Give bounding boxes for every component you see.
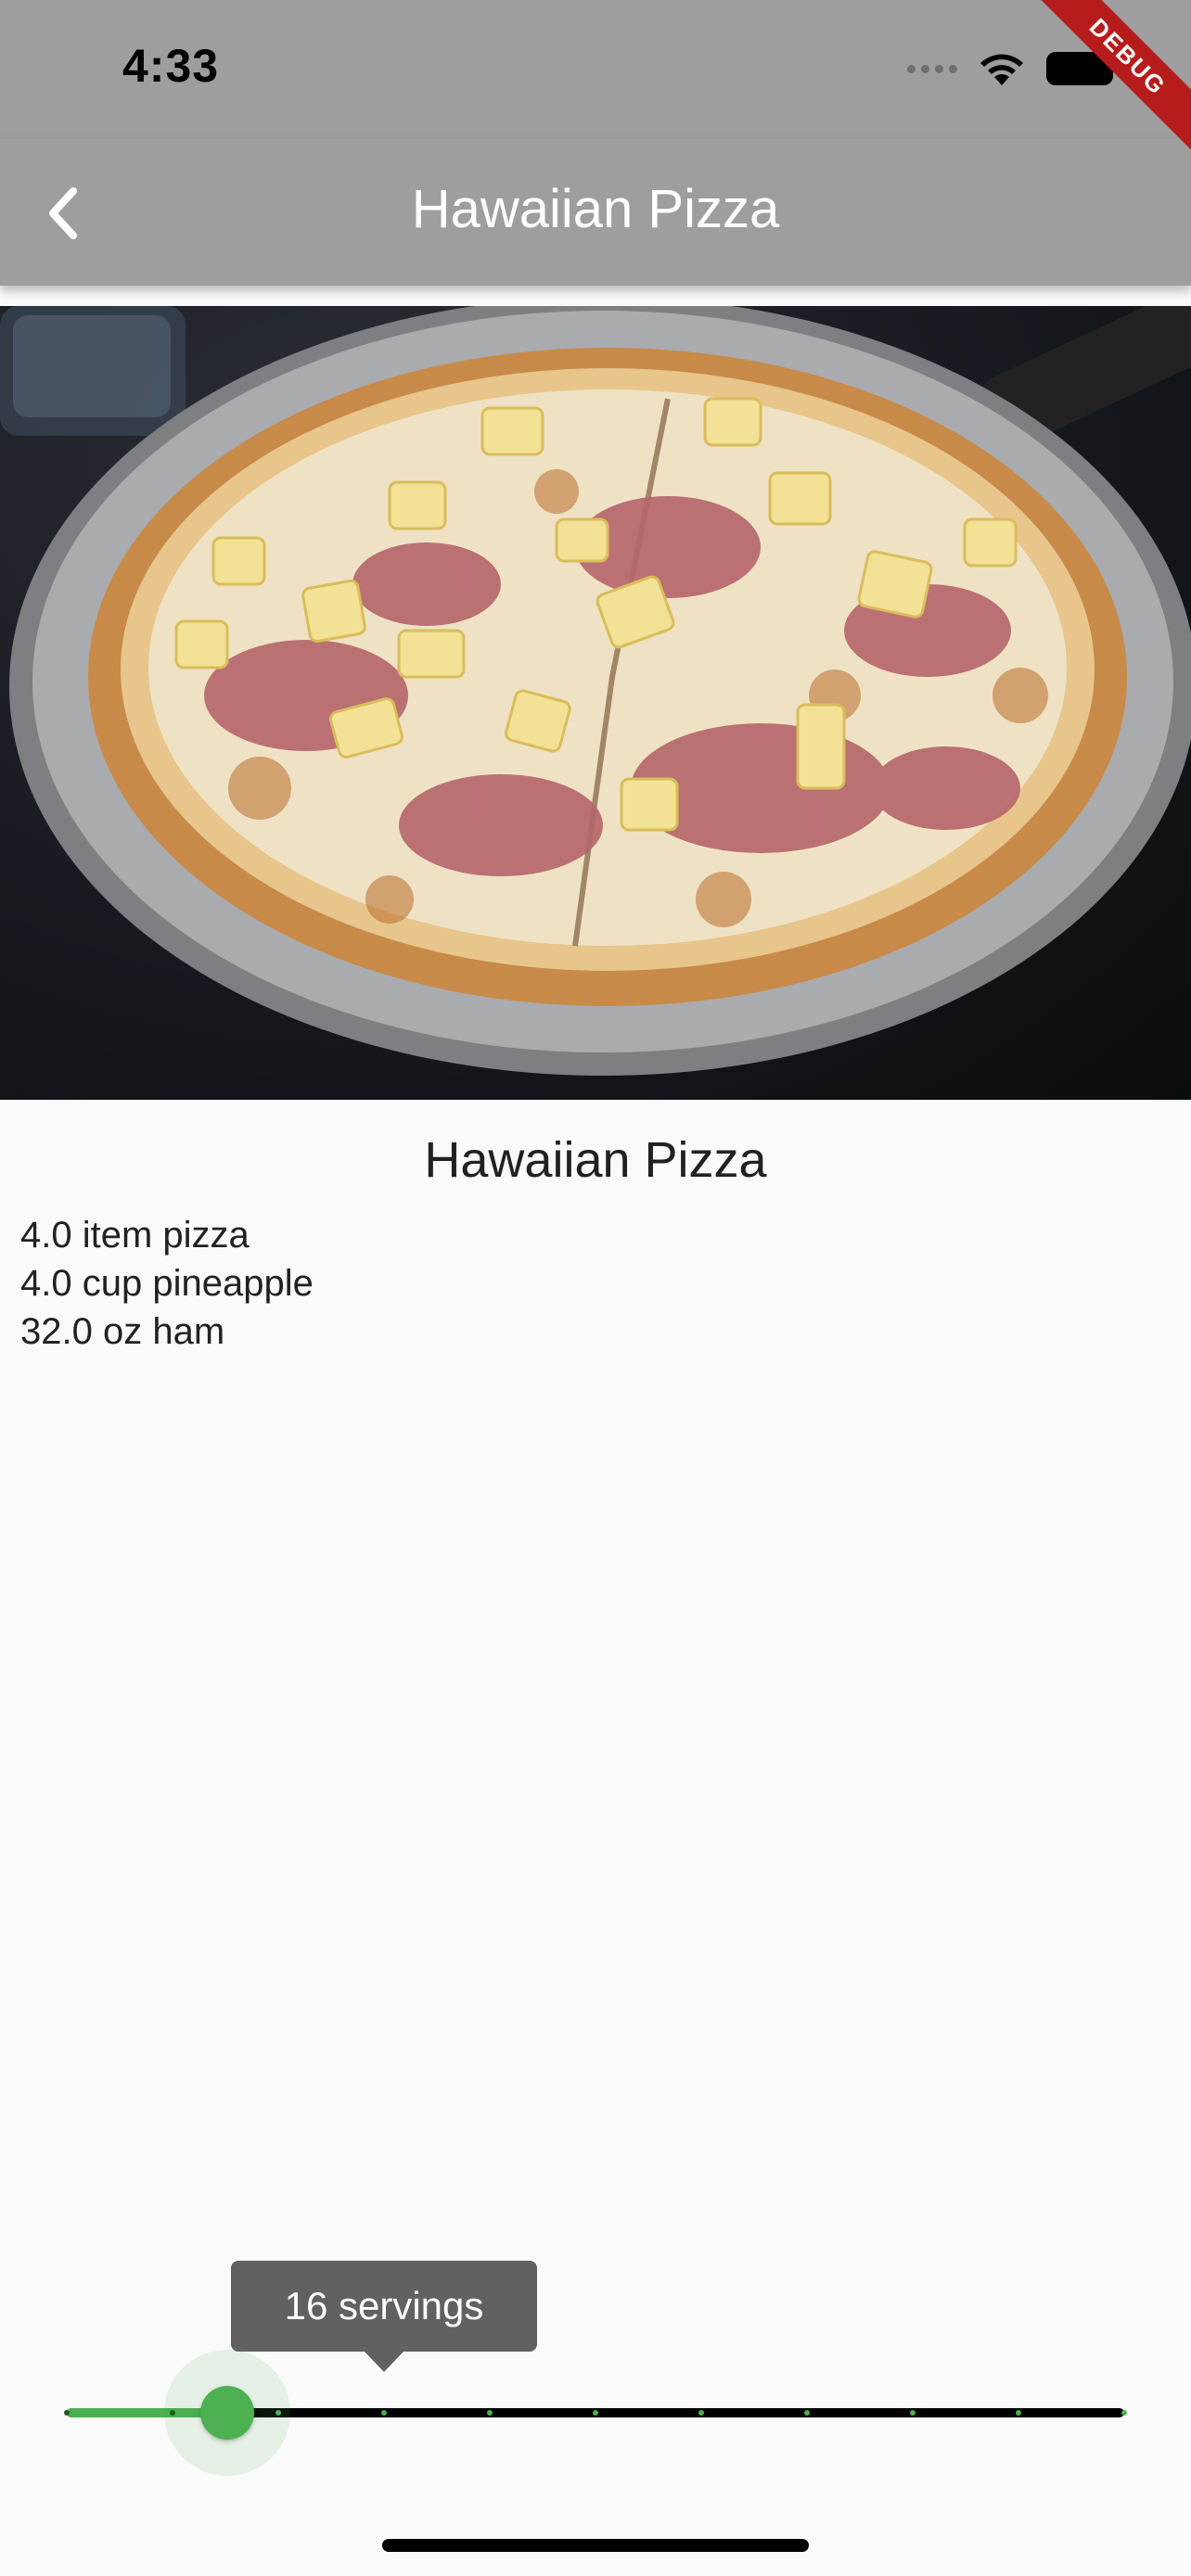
ingredient-item: 4.0 cup pineapple [20, 1263, 314, 1304]
home-indicator[interactable] [382, 2539, 809, 2552]
slider-tick [910, 2410, 916, 2416]
recipe-title: Hawaiian Pizza [424, 1132, 767, 1188]
slider-tick [487, 2410, 493, 2416]
hawaiian-pizza-photo [0, 306, 1191, 1076]
status-time: 4:33 [122, 40, 220, 92]
slider-tick [804, 2410, 810, 2416]
recipe-image [0, 306, 1191, 1100]
cellular-signal-icon [907, 64, 957, 73]
page-title: Hawaiian Pizza [411, 179, 780, 239]
ingredients-list: 4.0 item pizza 4.0 cup pineapple 32.0 oz… [20, 1211, 314, 1356]
ingredient-item: 32.0 oz ham [20, 1311, 225, 1352]
slider-tick [170, 2410, 175, 2416]
slider-value-tooltip: 16 servings [231, 2261, 537, 2372]
servings-slider[interactable] [64, 2350, 1127, 2476]
slider-thumb[interactable] [200, 2386, 254, 2440]
slider-tick [381, 2410, 387, 2416]
debug-banner: DEBUG [1005, 0, 1191, 185]
slider-tick [64, 2410, 70, 2416]
slider-tick [593, 2410, 598, 2416]
debug-label: DEBUG [1027, 0, 1191, 158]
ingredient-item: 4.0 item pizza [20, 1215, 250, 1256]
slider-tick [275, 2410, 281, 2416]
slider-tick [1016, 2410, 1021, 2416]
slider-tick [1121, 2410, 1127, 2416]
slider-tick [698, 2410, 704, 2416]
